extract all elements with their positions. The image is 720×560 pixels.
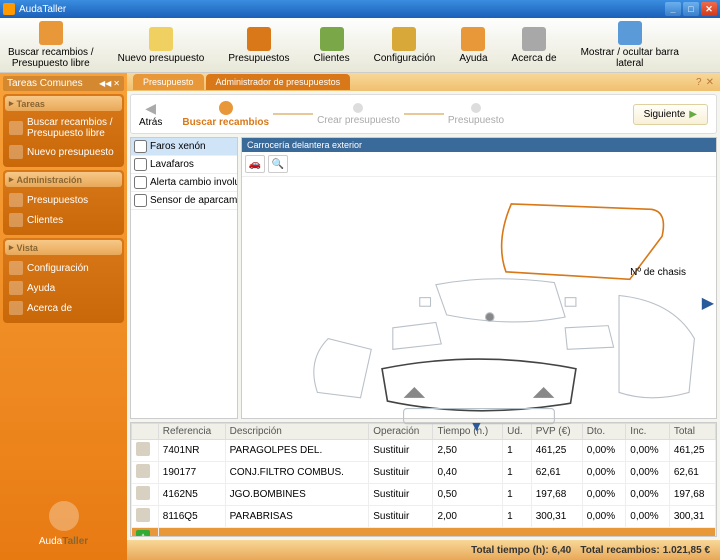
tool-zoom-icon[interactable]: 🔍 <box>268 155 288 173</box>
toolbar-0[interactable]: Buscar recambios /Presupuesto libre <box>8 21 94 69</box>
sidebar-item-2-0[interactable]: Configuración <box>7 258 120 278</box>
check-item-1[interactable]: Lavafaros <box>131 156 237 174</box>
toolbar-icon <box>392 27 416 51</box>
sidebar-item-2-1[interactable]: Ayuda <box>7 278 120 298</box>
panel-header[interactable]: Administración <box>5 172 122 187</box>
tool-car-icon[interactable]: 🚗 <box>245 155 265 173</box>
toolbar-icon <box>39 21 63 45</box>
toolbar-5[interactable]: Ayuda <box>459 27 487 64</box>
diagram-nav-right[interactable]: ▶ <box>702 293 714 313</box>
panel-header[interactable]: Vista <box>5 240 122 255</box>
table-row[interactable]: 4162N5JGO.BOMBINESSustituir0,501197,680,… <box>132 484 716 506</box>
diagram-title: Carrocería delantera exterior <box>242 138 716 152</box>
plus-icon: + <box>136 530 150 537</box>
check-item-3[interactable]: Sensor de aparcamient <box>131 192 237 210</box>
tab-0[interactable]: Presupuesto <box>133 74 204 90</box>
toolbar-icon <box>522 27 546 51</box>
app-title: AudaTaller <box>19 4 66 15</box>
sidebar-item-1-0[interactable]: Presupuestos <box>7 190 120 210</box>
window-minimize[interactable]: _ <box>665 2 681 16</box>
sidebar-item-0-0[interactable]: Buscar recambios /Presupuesto libre <box>7 114 120 142</box>
toolbar-1[interactable]: Nuevo presupuesto <box>118 27 205 64</box>
titlebar: AudaTaller _ □ ✕ <box>0 0 720 18</box>
add-row[interactable]: + <box>132 528 716 538</box>
table-row[interactable]: 190177CONJ.FILTRO COMBUS.Sustituir0,4016… <box>132 462 716 484</box>
toolbar-icon <box>618 21 642 45</box>
checkbox[interactable] <box>134 194 147 207</box>
toolbar-3[interactable]: Clientes <box>313 27 349 64</box>
sidebar-panel-1: Administración PresupuestosClientes <box>3 170 124 235</box>
item-icon <box>9 301 23 315</box>
row-icon <box>136 486 150 500</box>
diagram-panel: Carrocería delantera exterior 🚗 🔍 <box>241 137 717 419</box>
brand-logo <box>49 501 79 531</box>
check-item-0[interactable]: Faros xenón <box>131 138 237 156</box>
row-icon <box>136 442 150 456</box>
sidebar-panel-2: Vista ConfiguraciónAyudaAcerca de <box>3 238 124 323</box>
tab-help-icon[interactable]: ? <box>696 77 702 88</box>
brand: AudaTaller <box>3 491 124 557</box>
car-exploded-drawing <box>242 177 716 436</box>
tab-1[interactable]: Administrador de presupuestos <box>206 74 351 90</box>
diagram-area[interactable]: Nº de chasis ▶ ▼ <box>242 177 716 436</box>
wizard-step-0[interactable]: Buscar recambios <box>182 101 269 128</box>
app-icon <box>3 3 15 15</box>
row-icon <box>136 508 150 522</box>
checkbox[interactable] <box>134 176 147 189</box>
sidebar: Tareas Comunes ◀◀✕ Tareas Buscar recambio… <box>0 73 127 560</box>
table-row[interactable]: 7401NRPARAGOLPES DEL.Sustituir2,501461,2… <box>132 440 716 462</box>
row-icon <box>136 464 150 478</box>
window-maximize[interactable]: □ <box>683 2 699 16</box>
sidebar-close[interactable]: ✕ <box>113 79 120 88</box>
sidebar-prev[interactable]: ◀◀ <box>99 79 111 88</box>
options-checklist: Faros xenónLavafarosAlerta cambio involu… <box>130 137 238 419</box>
window-close[interactable]: ✕ <box>701 2 717 16</box>
main-toolbar: Buscar recambios /Presupuesto libre Nuevo… <box>0 18 720 73</box>
checkbox[interactable] <box>134 140 147 153</box>
wizard-step-2[interactable]: Presupuesto <box>448 103 504 126</box>
toolbar-icon <box>461 27 485 51</box>
toolbar-2[interactable]: Presupuestos <box>228 27 289 64</box>
sidebar-item-2-2[interactable]: Acerca de <box>7 298 120 318</box>
toolbar-icon <box>320 27 344 51</box>
item-icon <box>9 193 23 207</box>
content-tabs: PresupuestoAdministrador de presupuestos… <box>127 73 720 91</box>
checkbox[interactable] <box>134 158 147 171</box>
panel-header[interactable]: Tareas <box>5 96 122 111</box>
item-icon <box>9 145 23 159</box>
col-header[interactable]: Referencia <box>158 424 225 440</box>
check-item-2[interactable]: Alerta cambio involunta <box>131 174 237 192</box>
toolbar-4[interactable]: Configuración <box>374 27 436 64</box>
sidebar-panel-0: Tareas Buscar recambios /Presupuesto libr… <box>3 94 124 167</box>
item-icon <box>9 281 23 295</box>
sidebar-header: Tareas Comunes ◀◀✕ <box>3 76 124 91</box>
wizard-next-button[interactable]: Siguiente <box>633 104 708 125</box>
diagram-nav-down[interactable]: ▼ <box>470 418 484 434</box>
toolbar-icon <box>247 27 271 51</box>
toolbar-6[interactable]: Acerca de <box>512 27 557 64</box>
tab-close-icon[interactable]: ✕ <box>706 77 714 88</box>
item-icon <box>9 121 23 135</box>
parts-grid: ReferenciaDescripciónOperaciónTiempo (h.… <box>130 422 717 537</box>
wizard-back-button[interactable]: ◀ Atrás <box>139 100 162 128</box>
sidebar-item-0-1[interactable]: Nuevo presupuesto <box>7 142 120 162</box>
totals-bar: Total tiempo (h): 6,40 Total recambios: … <box>127 540 720 560</box>
table-row[interactable]: 8116Q5PARABRISASSustituir2,001300,310,00… <box>132 506 716 528</box>
wizard-bar: ◀ Atrás Buscar recambios Crear presupuest… <box>130 94 717 134</box>
sidebar-item-1-1[interactable]: Clientes <box>7 210 120 230</box>
col-header[interactable] <box>132 424 159 440</box>
toolbar-icon <box>149 27 173 51</box>
item-icon <box>9 261 23 275</box>
item-icon <box>9 213 23 227</box>
wizard-step-1[interactable]: Crear presupuesto <box>317 103 400 126</box>
chassis-label: Nº de chasis <box>630 267 686 278</box>
toolbar-7[interactable]: Mostrar / ocultar barralateral <box>581 21 679 69</box>
